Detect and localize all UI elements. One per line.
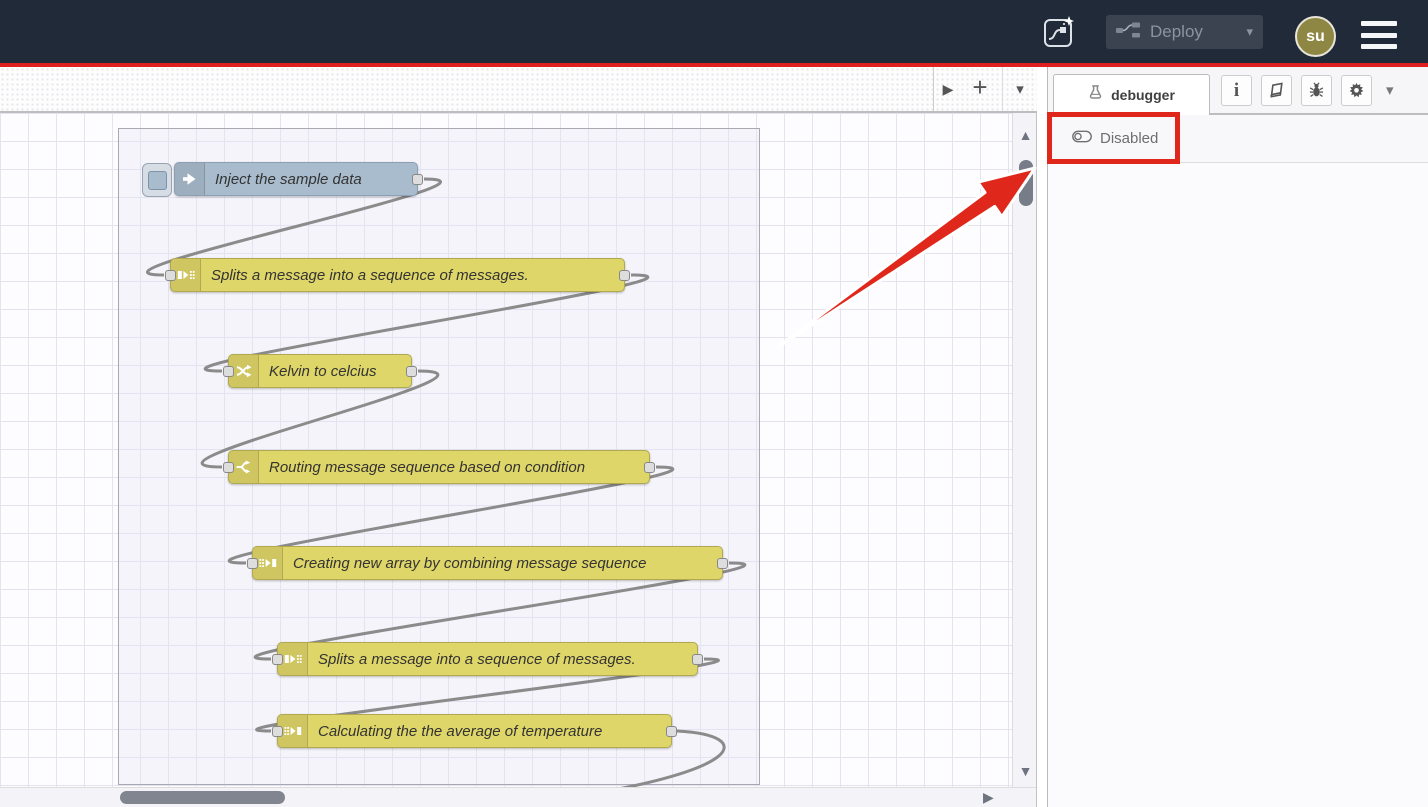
debug-toolbar: Disabled <box>1048 115 1428 163</box>
node-label: Inject the sample data <box>205 171 374 188</box>
debug-messages-panel <box>1048 163 1428 807</box>
flow-node-join[interactable]: Calculating the the average of temperatu… <box>277 714 672 748</box>
node-label: Creating new array by combining message … <box>283 555 659 572</box>
sidebar-toolbar-buttons: i <box>1221 75 1372 106</box>
info-icon: i <box>1234 81 1239 100</box>
inject-button[interactable] <box>142 163 172 197</box>
flow-ai-icon[interactable] <box>1040 0 1080 63</box>
sidebar-collapse-chevron-icon[interactable]: ▾ <box>1386 81 1394 99</box>
node-input-port[interactable] <box>223 366 234 377</box>
node-input-port[interactable] <box>272 726 283 737</box>
tab-debugger[interactable]: debugger <box>1053 74 1210 115</box>
canvas-horizontal-scrollbar[interactable]: ▶ <box>0 787 1037 807</box>
add-flow-button[interactable]: + <box>964 67 996 111</box>
node-output-port[interactable] <box>717 558 728 569</box>
deploy-icon <box>1116 22 1140 43</box>
node-input-port[interactable] <box>247 558 258 569</box>
deploy-label: Deploy <box>1150 22 1203 42</box>
scroll-down-icon[interactable]: ▼ <box>1013 763 1037 779</box>
debug-button[interactable] <box>1301 75 1332 106</box>
tab-scroll-right-icon[interactable]: ▶ <box>936 67 960 111</box>
node-output-port[interactable] <box>619 270 630 281</box>
flow-canvas[interactable]: Inject the sample data Splits a message i… <box>0 113 1037 807</box>
divider <box>1002 67 1003 111</box>
divider <box>933 67 934 111</box>
node-red-editor: Deploy ▾ su ▶ + ▾ Inject the sample data… <box>0 0 1428 807</box>
flow-node-switch[interactable]: Routing message sequence based on condit… <box>228 450 650 484</box>
chevron-down-icon[interactable]: ▾ <box>1246 24 1253 40</box>
node-label: Splits a message into a sequence of mess… <box>308 651 648 668</box>
node-input-port[interactable] <box>272 654 283 665</box>
info-button[interactable]: i <box>1221 75 1252 106</box>
workspace-tab-bar: ▶ + ▾ <box>0 67 1037 113</box>
node-output-port[interactable] <box>406 366 417 377</box>
flow-node-join[interactable]: Creating new array by combining message … <box>252 546 723 580</box>
hamburger-menu-icon[interactable] <box>1361 21 1397 49</box>
flow-node-inject[interactable]: Inject the sample data <box>174 162 418 196</box>
node-label: Routing message sequence based on condit… <box>259 459 597 476</box>
flow-node-split[interactable]: Splits a message into a sequence of mess… <box>277 642 698 676</box>
debug-disabled-toggle[interactable]: Disabled <box>1072 130 1158 147</box>
sidebar: debugger i ▾ Disabled <box>1047 67 1428 807</box>
node-output-port[interactable] <box>644 462 655 473</box>
sidebar-tab-bar: debugger i ▾ <box>1048 67 1428 115</box>
gear-icon <box>1348 82 1365 99</box>
scroll-right-icon[interactable]: ▶ <box>983 789 994 806</box>
book-icon <box>1268 82 1285 99</box>
flow-node-change[interactable]: Kelvin to celcius <box>228 354 412 388</box>
deploy-button[interactable]: Deploy ▾ <box>1106 15 1263 49</box>
divider <box>1176 124 1177 154</box>
node-output-port[interactable] <box>666 726 677 737</box>
tab-debugger-label: debugger <box>1111 87 1175 103</box>
header-bar: Deploy ▾ su <box>0 0 1428 63</box>
user-avatar[interactable]: su <box>1295 16 1336 57</box>
flow-list-chevron-icon[interactable]: ▾ <box>1006 67 1034 111</box>
toggle-off-icon <box>1072 130 1092 147</box>
settings-button[interactable] <box>1341 75 1372 106</box>
node-output-port[interactable] <box>692 654 703 665</box>
flask-icon <box>1088 85 1103 105</box>
horizontal-scrollbar-thumb[interactable] <box>120 791 285 804</box>
canvas-vertical-scrollbar[interactable]: ▲ ▼ <box>1012 113 1037 787</box>
node-output-port[interactable] <box>412 174 423 185</box>
inject-icon <box>175 163 205 195</box>
bug-icon <box>1308 82 1325 99</box>
node-label: Calculating the the average of temperatu… <box>308 723 614 740</box>
node-label: Splits a message into a sequence of mess… <box>201 267 541 284</box>
flow-node-split[interactable]: Splits a message into a sequence of mess… <box>170 258 625 292</box>
library-button[interactable] <box>1261 75 1292 106</box>
node-label: Kelvin to celcius <box>259 363 389 380</box>
vertical-scrollbar-thumb[interactable] <box>1019 160 1033 206</box>
node-input-port[interactable] <box>223 462 234 473</box>
scroll-up-icon[interactable]: ▲ <box>1013 127 1037 143</box>
debug-disabled-label: Disabled <box>1100 130 1158 147</box>
node-input-port[interactable] <box>165 270 176 281</box>
sidebar-resize-handle[interactable] <box>1038 67 1047 807</box>
